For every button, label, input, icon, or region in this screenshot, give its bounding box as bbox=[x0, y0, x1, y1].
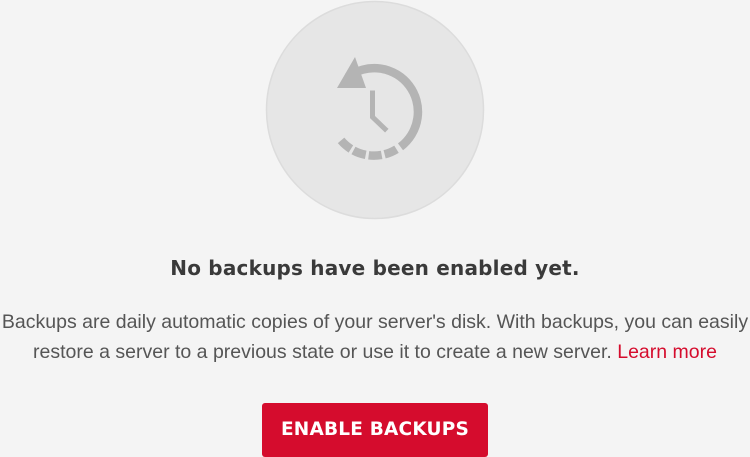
learn-more-link[interactable]: Learn more bbox=[617, 341, 717, 363]
empty-state-heading: No backups have been enabled yet. bbox=[170, 256, 580, 280]
enable-backups-button[interactable]: ENABLE BACKUPS bbox=[262, 403, 488, 457]
backups-empty-state: No backups have been enabled yet. Backup… bbox=[0, 0, 750, 457]
backup-illustration bbox=[265, 0, 485, 220]
backup-history-clock-icon bbox=[265, 0, 485, 220]
empty-state-description: Backups are daily automatic copies of yo… bbox=[0, 307, 750, 367]
